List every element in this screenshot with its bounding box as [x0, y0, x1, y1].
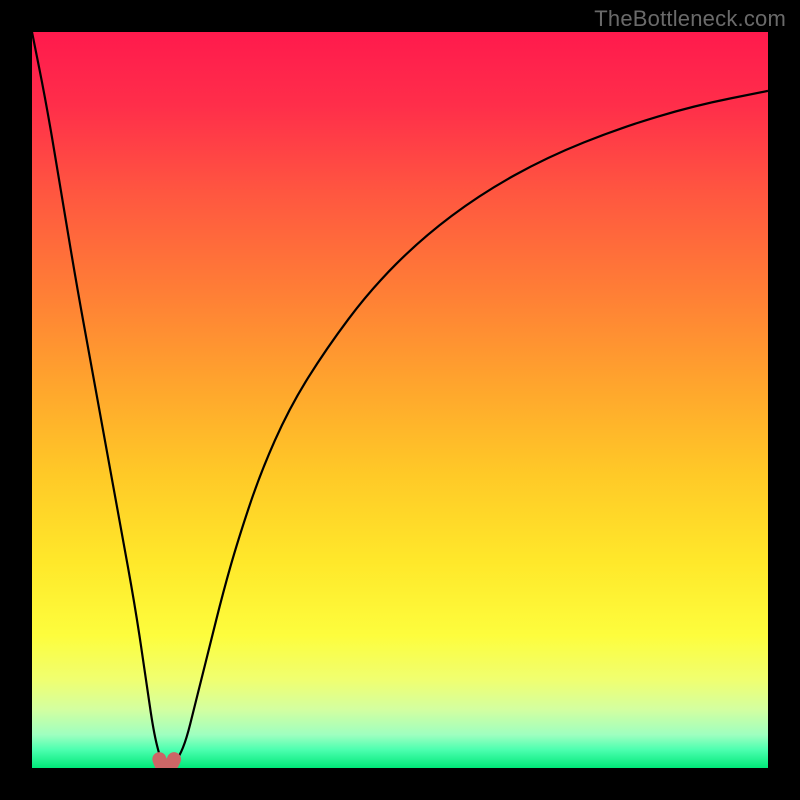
plot-area [32, 32, 768, 768]
gradient-background [32, 32, 768, 768]
chart-frame: TheBottleneck.com [0, 0, 800, 800]
watermark-text: TheBottleneck.com [594, 6, 786, 32]
curve-marker-left [153, 753, 165, 765]
curve-marker-right [168, 753, 180, 765]
